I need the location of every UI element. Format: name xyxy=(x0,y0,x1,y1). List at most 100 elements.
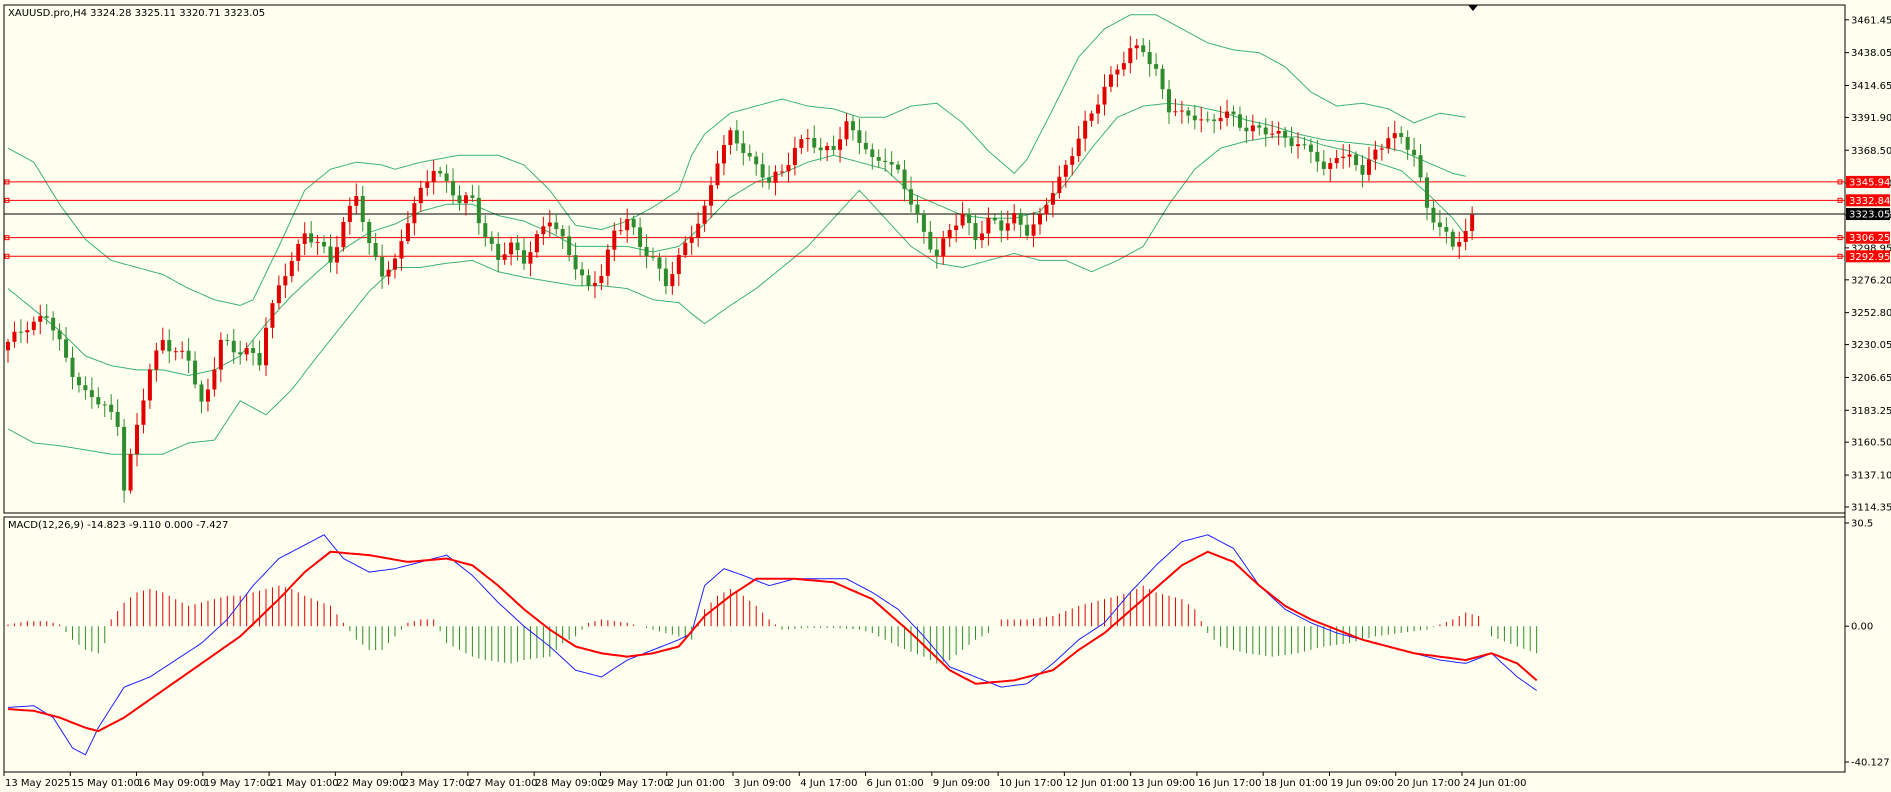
candle-body xyxy=(38,316,43,322)
candle-body xyxy=(1076,138,1081,157)
candle-body xyxy=(57,330,62,340)
level-tag-label: 3292.95 xyxy=(1849,252,1890,263)
candle-body xyxy=(431,170,436,183)
candle-body xyxy=(425,182,430,188)
candle-body xyxy=(1296,144,1300,147)
candle-body xyxy=(1457,241,1462,247)
candle-body xyxy=(502,254,507,260)
candle-body xyxy=(25,330,30,333)
candle-body xyxy=(399,241,404,259)
time-tick-label: 29 May 17:00 xyxy=(601,778,670,789)
time-tick-label: 16 May 09:00 xyxy=(138,778,207,789)
time-tick-label: 23 May 17:00 xyxy=(403,778,472,789)
candle-body xyxy=(1308,144,1313,152)
time-tick-label: 19 Jun 09:00 xyxy=(1330,778,1394,789)
candle-body xyxy=(199,384,204,402)
candle-body xyxy=(83,385,88,391)
time-tick-label: 13 Jun 09:00 xyxy=(1132,778,1196,789)
time-tick-label: 28 May 09:00 xyxy=(535,778,604,789)
candle-body xyxy=(380,257,385,277)
candle-body xyxy=(625,219,630,231)
candle-body xyxy=(573,255,578,270)
candle-body xyxy=(18,331,23,333)
macd-tick-label: 30.5 xyxy=(1851,519,1873,530)
candle-body xyxy=(683,242,688,255)
candle-body xyxy=(393,258,397,270)
candle-body xyxy=(554,222,559,230)
candle-body xyxy=(515,242,520,251)
candle-body xyxy=(296,243,301,261)
candle-body xyxy=(1373,149,1378,160)
candle-body xyxy=(1334,157,1339,164)
candle-body xyxy=(160,340,165,351)
candle-body xyxy=(663,268,668,287)
price-tick-label: 3414.65 xyxy=(1851,81,1891,92)
candle-body xyxy=(883,160,888,162)
candle-body xyxy=(193,360,198,385)
candle-body xyxy=(328,246,333,263)
candle-body xyxy=(463,195,468,204)
macd-tick-label: -40.127 xyxy=(1851,758,1890,769)
candle-body xyxy=(715,163,720,186)
candle-body xyxy=(354,196,359,206)
candle-body xyxy=(721,145,726,164)
candle-body xyxy=(51,317,56,331)
candle-body xyxy=(547,222,552,227)
candle-body xyxy=(702,205,707,224)
candle-body xyxy=(64,339,69,358)
price-tick-label: 3230.05 xyxy=(1851,340,1891,351)
candle-body xyxy=(1096,104,1101,114)
candle-body xyxy=(1173,111,1178,113)
price-tick-label: 3252.80 xyxy=(1851,308,1891,319)
candle-body xyxy=(476,197,481,224)
candle-body xyxy=(1128,48,1133,64)
candle-body xyxy=(373,243,378,258)
candle-body xyxy=(1392,133,1397,139)
candle-body xyxy=(309,233,314,243)
time-tick-label: 12 Jun 01:00 xyxy=(1065,778,1129,789)
candle-body xyxy=(734,130,739,144)
level-tag-label: 3306.25 xyxy=(1849,233,1890,244)
price-tick-label: 3461.45 xyxy=(1851,15,1891,26)
candle-body xyxy=(1012,213,1017,224)
candle-body xyxy=(1463,230,1468,242)
candle-body xyxy=(367,221,372,244)
candle-body xyxy=(1018,213,1023,225)
candle-body xyxy=(541,226,546,235)
price-tick-label: 3114.35 xyxy=(1851,503,1891,514)
candle-body xyxy=(70,357,75,378)
candle-body xyxy=(876,157,881,161)
time-tick-label: 2 Jun 01:00 xyxy=(668,778,725,789)
candle-body xyxy=(412,203,417,224)
candle-body xyxy=(534,234,539,253)
candle-body xyxy=(812,138,817,148)
candle-body xyxy=(1147,52,1152,65)
candle-body xyxy=(1212,119,1217,122)
time-tick-label: 10 Jun 17:00 xyxy=(999,778,1063,789)
candle-body xyxy=(844,121,849,140)
candle-body xyxy=(838,139,843,150)
macd-info: MACD(12,26,9) -14.823 -9.110 0.000 -7.42… xyxy=(8,520,228,531)
candle-body xyxy=(1354,154,1359,166)
candle-body xyxy=(567,236,572,256)
candle-body xyxy=(315,241,320,243)
candle-body xyxy=(102,404,107,406)
candle-body xyxy=(728,130,733,146)
candle-body xyxy=(818,147,823,151)
candle-body xyxy=(1386,138,1391,149)
candle-body xyxy=(863,142,868,150)
candle-body xyxy=(1031,224,1036,236)
candle-body xyxy=(257,352,262,366)
time-tick-label: 19 May 17:00 xyxy=(204,778,273,789)
candle-body xyxy=(1347,154,1352,157)
candle-body xyxy=(1418,155,1423,178)
candle-body xyxy=(992,217,997,221)
candle-body xyxy=(264,327,268,366)
candle-body xyxy=(1044,204,1049,215)
candle-body xyxy=(1283,130,1288,138)
candle-body xyxy=(405,223,410,242)
candle-body xyxy=(12,331,17,342)
candle-body xyxy=(438,170,443,174)
candle-body xyxy=(1315,151,1320,162)
price-tick-label: 3438.05 xyxy=(1851,48,1891,59)
